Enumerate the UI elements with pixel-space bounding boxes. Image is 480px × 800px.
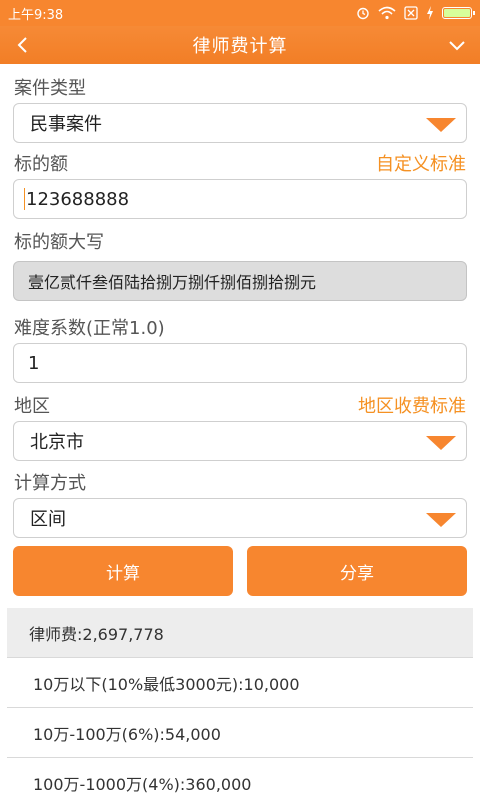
chevron-down-icon: [449, 41, 465, 51]
difficulty-label: 难度系数(正常1.0): [14, 318, 165, 339]
charging-icon: [427, 6, 433, 20]
app-bar: 律师费计算: [0, 26, 480, 64]
region-label: 地区: [14, 396, 50, 417]
case-type-value: 民事案件: [30, 114, 102, 135]
status-icons: [356, 6, 475, 20]
back-button[interactable]: [10, 32, 36, 58]
amount-upper-label: 标的额大写: [14, 232, 104, 253]
calculate-button[interactable]: 计算: [13, 546, 233, 596]
region-standard-link[interactable]: 地区收费标准: [358, 392, 466, 418]
status-time: 上午9:38: [8, 7, 64, 23]
method-value: 区间: [30, 509, 66, 530]
amount-label: 标的额: [14, 154, 68, 175]
list-item: 10万-100万(6%):54,000: [7, 708, 473, 758]
wifi-icon: [378, 6, 396, 20]
method-select[interactable]: 区间: [13, 498, 467, 538]
region-value: 北京市: [30, 432, 84, 453]
difficulty-value: 1: [28, 352, 40, 374]
amount-input[interactable]: 123688888: [13, 179, 467, 219]
dropdown-arrow-icon: [426, 513, 456, 527]
region-select[interactable]: 北京市: [13, 421, 467, 461]
menu-button[interactable]: [444, 32, 470, 58]
custom-standard-link[interactable]: 自定义标准: [376, 150, 466, 176]
method-label: 计算方式: [14, 473, 86, 494]
alarm-icon: [357, 7, 369, 20]
difficulty-input[interactable]: 1: [13, 343, 467, 383]
amount-upper-value: 壹亿贰仟叁佰陆拾捌万捌仟捌佰捌拾捌元: [28, 273, 317, 292]
status-bar: 上午9:38: [0, 0, 480, 26]
result-total: 律师费:2,697,778: [7, 608, 473, 658]
list-item: 100万-1000万(4%):360,000: [7, 758, 473, 800]
list-item: 10万以下(10%最低3000元):10,000: [7, 658, 473, 708]
chevron-left-icon: [17, 37, 27, 53]
page-title: 律师费计算: [192, 36, 288, 57]
case-type-select[interactable]: 民事案件: [13, 103, 467, 143]
dropdown-arrow-icon: [426, 118, 456, 132]
sim-icon: [404, 6, 418, 20]
amount-value: 123688888: [26, 188, 130, 210]
text-cursor: [24, 188, 25, 210]
dropdown-arrow-icon: [426, 436, 456, 450]
battery-icon: [442, 7, 475, 19]
amount-upper-field: 壹亿贰仟叁佰陆拾捌万捌仟捌佰捌拾捌元: [13, 261, 467, 301]
results-list: 律师费:2,697,778 10万以下(10%最低3000元):10,000 1…: [7, 608, 473, 800]
case-type-label: 案件类型: [14, 78, 86, 99]
share-button[interactable]: 分享: [247, 546, 467, 596]
